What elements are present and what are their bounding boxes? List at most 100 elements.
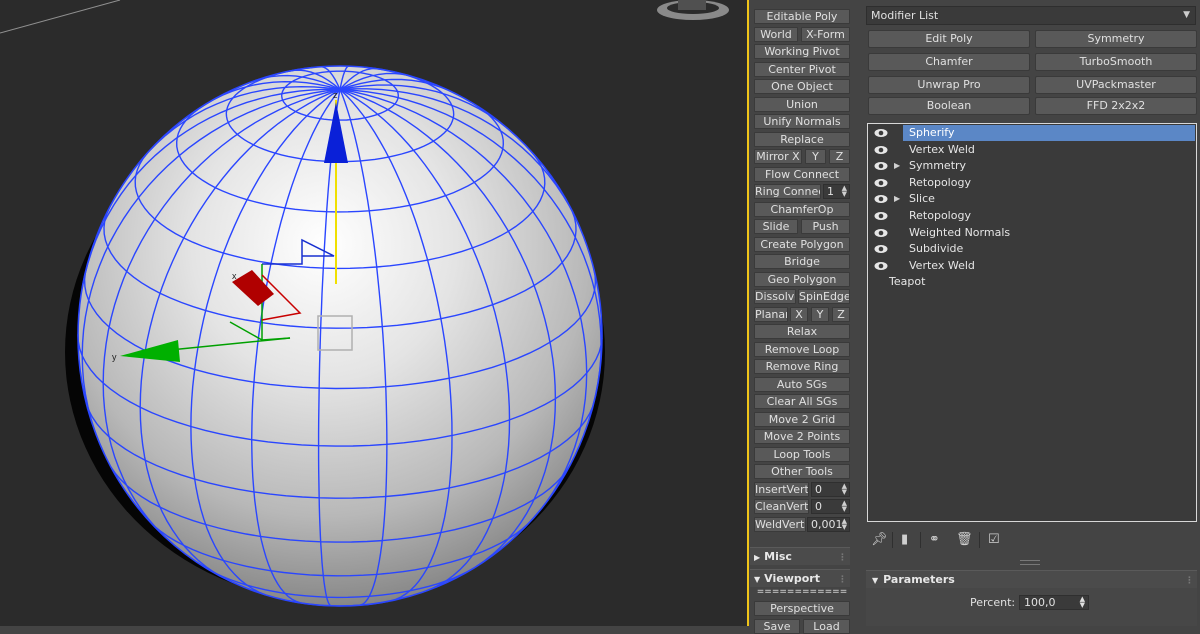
insertverts-value: 0	[815, 483, 822, 496]
misc-rollout[interactable]: ▶ Misc ⋮	[750, 547, 850, 565]
planar-x-button[interactable]: X	[790, 307, 808, 322]
push-button[interactable]: Push	[801, 219, 850, 234]
modifier-list-dropdown[interactable]: Modifier List ▼	[866, 6, 1196, 25]
insertverts-button[interactable]: InsertVerts	[754, 482, 809, 497]
planar-button[interactable]: Planar	[754, 307, 788, 322]
mirror-x-button[interactable]: Mirror X	[754, 149, 802, 164]
stack-item-label: Weighted Normals	[909, 225, 1011, 239]
replace-button[interactable]: Replace	[754, 132, 850, 147]
show-end-result-icon[interactable]: ▮	[901, 532, 908, 547]
eye-icon[interactable]	[873, 158, 889, 174]
make-unique-icon[interactable]: ⚭	[929, 532, 940, 547]
modifier-stack[interactable]: Spherify Vertex Weld ▶ Symmetry Retopology ▶ S…	[867, 123, 1197, 522]
remove-ring-button[interactable]: Remove Ring	[754, 359, 850, 374]
cleanverts-value: 0	[815, 500, 822, 513]
spinner-arrows-icon[interactable]: ▲ ▼	[842, 518, 847, 531]
viewport-canvas[interactable]: z x y	[0, 0, 747, 626]
mirror-y-button[interactable]: Y	[805, 149, 826, 164]
grip-icon: ⋮	[838, 553, 847, 563]
stack-item[interactable]: Vertex Weld	[869, 142, 1195, 158]
eye-icon[interactable]	[873, 241, 889, 257]
x-form-button[interactable]: X-Form	[801, 27, 850, 42]
stack-item[interactable]: ▶ Symmetry	[869, 158, 1195, 174]
eye-icon[interactable]	[873, 208, 889, 224]
configure-modifier-sets-icon[interactable]: ☑	[988, 532, 1000, 547]
working-pivot-button[interactable]: Working Pivot	[754, 44, 850, 59]
slide-button[interactable]: Slide	[754, 219, 798, 234]
stack-item[interactable]: Retopology	[869, 208, 1195, 224]
pin-stack-icon[interactable]: 📌︎	[871, 532, 888, 547]
chamferop-button[interactable]: ChamferOp	[754, 202, 850, 217]
expand-triangle-icon[interactable]: ▶	[894, 158, 900, 174]
cleanverts-spinner[interactable]: 0 ▲ ▼	[811, 499, 850, 514]
weldverts-spinner[interactable]: 0,001 ▲ ▼	[807, 517, 850, 532]
eye-icon[interactable]	[873, 142, 889, 158]
eye-icon[interactable]	[873, 175, 889, 191]
create-polygon-button[interactable]: Create Polygon	[754, 237, 850, 252]
stack-item[interactable]: Subdivide	[869, 241, 1195, 257]
bridge-button[interactable]: Bridge	[754, 254, 850, 269]
eye-icon[interactable]	[873, 125, 889, 141]
turbosmooth-button[interactable]: TurboSmooth	[1035, 53, 1197, 71]
insertverts-spinner[interactable]: 0 ▲ ▼	[811, 482, 850, 497]
eye-icon[interactable]	[873, 258, 889, 274]
stack-item[interactable]: Teapot	[869, 274, 1195, 290]
spinner-arrows-icon[interactable]: ▲ ▼	[842, 483, 847, 496]
boolean-button[interactable]: Boolean	[868, 97, 1030, 115]
eye-icon[interactable]	[873, 225, 889, 241]
eye-icon[interactable]	[873, 191, 889, 207]
viewcube-icon[interactable]	[657, 0, 729, 20]
one-object-button[interactable]: One Object	[754, 79, 850, 94]
remove-modifier-icon[interactable]: 🗑︎	[956, 532, 973, 547]
grip-icon: ⋮	[838, 575, 847, 585]
stack-item[interactable]: Spherify	[869, 125, 1195, 141]
expand-triangle-icon[interactable]: ▶	[894, 191, 900, 207]
world-button[interactable]: World	[754, 27, 798, 42]
spinner-arrows-icon[interactable]: ▲ ▼	[1080, 596, 1085, 609]
spinedge-button[interactable]: SpinEdge	[798, 289, 850, 304]
center-pivot-button[interactable]: Center Pivot	[754, 62, 850, 77]
planar-y-button[interactable]: Y	[811, 307, 829, 322]
stack-item-label: Vertex Weld	[909, 258, 975, 272]
planar-z-button[interactable]: Z	[832, 307, 850, 322]
stack-item[interactable]: Weighted Normals	[869, 225, 1195, 241]
geo-polygon-button[interactable]: Geo Polygon	[754, 272, 850, 287]
unwrap-pro-button[interactable]: Unwrap Pro	[868, 76, 1030, 94]
dissolve-button[interactable]: Dissolve	[754, 289, 796, 304]
auto-sgs-button[interactable]: Auto SGs	[754, 377, 850, 392]
stack-item[interactable]: Retopology	[869, 175, 1195, 191]
loop-tools-button[interactable]: Loop Tools	[754, 447, 850, 462]
symmetry-button[interactable]: Symmetry	[1035, 30, 1197, 48]
viewport-rollout[interactable]: ▼ Viewport ⋮	[750, 569, 850, 587]
edit-poly-button[interactable]: Edit Poly	[868, 30, 1030, 48]
move-2-points-button[interactable]: Move 2 Points	[754, 429, 850, 444]
load-button[interactable]: Load	[803, 619, 850, 634]
editable-poly-button[interactable]: Editable Poly	[754, 9, 850, 24]
panel-resize-handle[interactable]	[1020, 560, 1040, 565]
other-tools-button[interactable]: Other Tools	[754, 464, 850, 479]
flow-connect-button[interactable]: Flow Connect	[754, 167, 850, 182]
ffd-2x2x2-button[interactable]: FFD 2x2x2	[1035, 97, 1197, 115]
percent-spinner[interactable]: 100,0 ▲ ▼	[1019, 595, 1089, 610]
stack-item[interactable]: ▶ Slice	[869, 191, 1195, 207]
weldverts-button[interactable]: WeldVerts	[754, 517, 806, 532]
remove-loop-button[interactable]: Remove Loop	[754, 342, 850, 357]
chamfer-button[interactable]: Chamfer	[868, 53, 1030, 71]
spinner-arrows-icon[interactable]: ▲ ▼	[842, 500, 847, 513]
perspective-button[interactable]: Perspective	[754, 601, 850, 616]
relax-button[interactable]: Relax	[754, 324, 850, 339]
parameters-rollout[interactable]: ▼ Parameters ⋮	[866, 570, 1197, 588]
move-2-grid-button[interactable]: Move 2 Grid	[754, 412, 850, 427]
unify-normals-button[interactable]: Unify Normals	[754, 114, 850, 129]
union-button[interactable]: Union	[754, 97, 850, 112]
viewport[interactable]: z x y	[0, 0, 747, 626]
ring-connect-button[interactable]: Ring Connect	[754, 184, 821, 199]
save-button[interactable]: Save	[754, 619, 800, 634]
mirror-z-button[interactable]: Z	[829, 149, 850, 164]
uvpackmaster-button[interactable]: UVPackmaster	[1035, 76, 1197, 94]
stack-item[interactable]: Vertex Weld	[869, 258, 1195, 274]
ring-connect-spinner[interactable]: 1 ▲ ▼	[823, 184, 850, 199]
cleanverts-button[interactable]: CleanVerts	[754, 499, 809, 514]
clear-all-sgs-button[interactable]: Clear All SGs	[754, 394, 850, 409]
spinner-arrows-icon[interactable]: ▲ ▼	[842, 185, 847, 198]
